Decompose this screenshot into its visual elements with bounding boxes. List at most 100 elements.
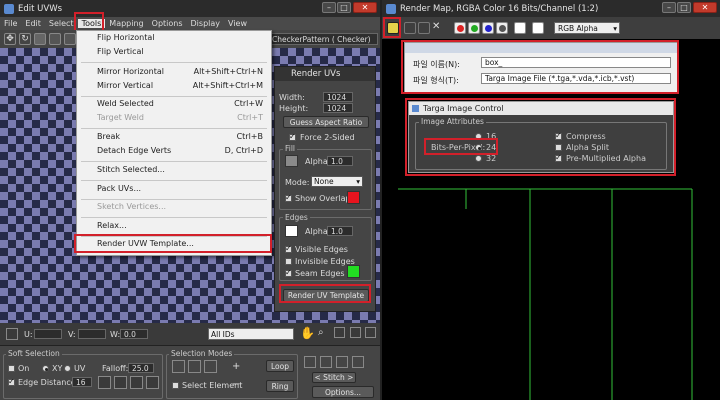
loop-button[interactable]: Loop [266,360,294,372]
align-extra-icon[interactable] [352,356,364,368]
grow-icon[interactable]: + [232,361,240,372]
falloff-fast-icon[interactable] [146,376,159,389]
fill-mode-dropdown[interactable]: None ▾ [311,176,363,187]
invisible-edges-checkbox[interactable] [285,258,292,265]
channel-dropdown[interactable]: RGB Alpha ▾ [554,22,620,34]
alpha-channel-icon[interactable] [496,22,508,34]
mono-icon[interactable] [514,22,526,34]
menu-item-detach-edge-verts[interactable]: Detach Edge Verts D, Ctrl+D [97,146,263,158]
edge-distance-checkbox[interactable] [8,377,15,386]
falloff-spinner[interactable]: 25.0 [128,363,154,373]
chevron-down-icon: ▾ [356,177,360,186]
select-element-checkbox[interactable] [172,382,179,389]
guess-aspect-button[interactable]: Guess Aspect Ratio [283,116,369,128]
soft-on-label: On [18,364,30,373]
shrink-icon[interactable]: − [232,379,240,390]
pan-hand-icon[interactable]: ✋ [300,326,315,340]
show-overlap-checkbox[interactable] [285,193,292,202]
checker-pattern-dropdown[interactable]: CheckerPattern ( Checker) [268,33,378,45]
edges-alpha-spinner[interactable]: 1.0 [327,226,353,236]
menu-item-relax[interactable]: Relax... [97,221,263,233]
menu-item-flip-vertical[interactable]: Flip Vertical [97,47,263,59]
menu-item-target-weld[interactable]: Target Weld Ctrl+T [97,113,263,125]
fill-alpha-spinner[interactable]: 1.0 [327,156,353,166]
all-ids-dropdown[interactable]: All IDs [208,328,294,340]
swatch-icon[interactable] [532,22,544,34]
edit-uvws-title: Edit UVWs [18,3,63,14]
clone-icon[interactable] [404,22,416,34]
clear-icon[interactable]: ✕ [432,21,440,32]
blue-channel-icon[interactable] [482,22,494,34]
render-uvs-titlebar: Render UVs [275,67,375,81]
render-close-button[interactable]: ✕ [693,2,717,13]
menu-item-sketch-vertices[interactable]: Sketch Vertices... [97,202,263,214]
menu-view[interactable]: View [224,19,251,28]
mirror-icon[interactable] [64,33,76,45]
green-channel-icon[interactable] [468,22,480,34]
height-spinner[interactable]: 1024 [323,103,353,113]
menu-separator [81,96,267,97]
u-spinner[interactable] [34,329,62,339]
red-channel-icon[interactable] [454,22,466,34]
w-spinner[interactable]: 0.0 [120,329,148,339]
menu-item-pack-uvs[interactable]: Pack UVs... [97,184,263,196]
print-icon[interactable] [418,22,430,34]
freeform-icon[interactable] [49,33,61,45]
menu-item-stitch-selected[interactable]: Stitch Selected... [97,165,263,177]
menu-display[interactable]: Display [187,19,225,28]
falloff-slow-icon[interactable] [130,376,143,389]
align-vertical-icon[interactable] [320,356,332,368]
width-spinner[interactable]: 1024 [323,92,353,102]
scale-icon[interactable] [34,33,46,45]
edge-mode-icon[interactable] [188,360,201,373]
render-minimize-button[interactable]: – [662,2,676,13]
visible-edges-checkbox[interactable] [285,244,292,253]
vertex-mode-icon[interactable] [172,360,185,373]
menu-select[interactable]: Select [45,19,78,28]
overlap-color-swatch[interactable] [347,191,360,204]
zoom-region-icon[interactable] [334,327,345,338]
stitch-button[interactable]: < Stitch > [312,372,356,383]
rotate-icon[interactable]: ↻ [19,33,31,45]
face-mode-icon[interactable] [204,360,217,373]
close-button[interactable]: ✕ [353,2,377,13]
edge-distance-spinner[interactable]: 16 [72,377,92,387]
menu-item-break[interactable]: Break Ctrl+B [97,132,263,144]
xy-radio[interactable] [42,365,49,372]
bottom-rollouts: Soft Selection On XY UV Falloff: 25.0 Ed… [0,345,380,400]
zoom-extents-icon[interactable] [350,327,361,338]
menu-item-flip-horizontal[interactable]: Flip Horizontal [97,33,263,45]
soft-on-checkbox[interactable] [8,365,15,372]
maximize-button[interactable]: □ [337,2,351,13]
seam-color-swatch[interactable] [347,265,360,278]
menu-mapping[interactable]: Mapping [105,19,147,28]
menu-item-mirror-horizontal[interactable]: Mirror Horizontal Alt+Shift+Ctrl+N [97,67,263,79]
force-2sided-checkbox[interactable] [289,132,296,141]
grid-icon[interactable] [365,327,376,338]
align-horizontal-icon[interactable] [336,356,348,368]
seam-edges-checkbox[interactable] [285,268,292,277]
uv-radio[interactable] [64,365,71,372]
falloff-smooth-icon[interactable] [114,376,127,389]
align-icon[interactable] [304,356,316,368]
render-template-highlight [74,234,272,253]
move-icon[interactable]: ✥ [4,33,16,45]
height-label: Height: [279,104,309,113]
edges-color-swatch[interactable] [285,225,298,237]
options-button[interactable]: Options... [312,386,374,398]
falloff-linear-icon[interactable] [98,376,111,389]
menu-options[interactable]: Options [148,19,187,28]
render-maximize-button[interactable]: □ [677,2,691,13]
ring-button[interactable]: Ring [266,380,294,392]
menu-item-mirror-vertical[interactable]: Mirror Vertical Alt+Shift+Ctrl+M [97,81,263,93]
v-spinner[interactable] [78,329,106,339]
fill-color-swatch[interactable] [285,155,298,167]
menu-separator [81,199,267,200]
zoom-icon[interactable]: ⌕ [318,327,324,338]
app-icon [4,3,14,14]
menu-item-weld-selected[interactable]: Weld Selected Ctrl+W [97,99,263,111]
menu-edit[interactable]: Edit [21,19,45,28]
menu-file[interactable]: File [0,19,21,28]
lock-icon[interactable] [6,328,18,340]
minimize-button[interactable]: – [322,2,336,13]
